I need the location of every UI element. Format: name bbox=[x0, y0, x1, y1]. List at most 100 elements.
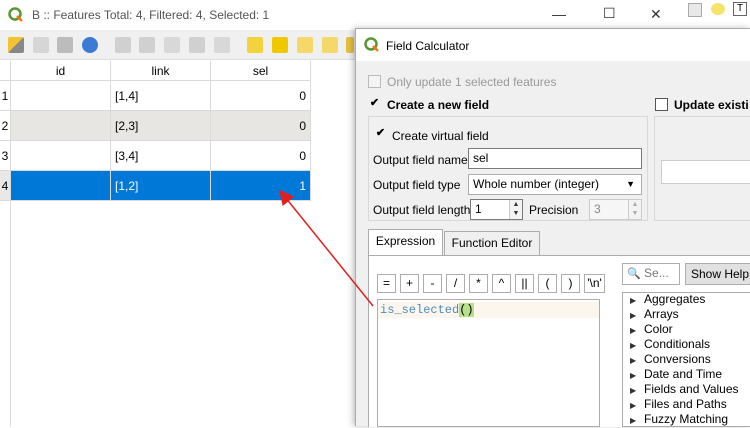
qgis-logo-icon bbox=[364, 37, 379, 52]
column-header-sel[interactable]: sel bbox=[211, 61, 311, 81]
function-group-item[interactable]: ▶ Conditionals bbox=[630, 337, 710, 352]
virtual-field-checkbox[interactable]: ✔ bbox=[374, 128, 387, 141]
row-header-strip bbox=[0, 201, 11, 426]
column-header-link[interactable]: link bbox=[111, 61, 211, 81]
copy-icon[interactable] bbox=[189, 37, 205, 53]
row-number[interactable]: 4 bbox=[0, 171, 11, 201]
table-cell-sel-selected[interactable]: 1 bbox=[211, 171, 311, 201]
only-selected-checkbox[interactable] bbox=[368, 75, 381, 88]
table-cell-link[interactable]: [1,4] bbox=[111, 81, 211, 111]
expand-triangle-icon: ▶ bbox=[630, 386, 637, 395]
select-all-icon[interactable] bbox=[272, 37, 288, 53]
only-selected-label: Only update 1 selected features bbox=[387, 75, 557, 89]
expand-triangle-icon: ▶ bbox=[630, 326, 637, 335]
deselect-all-icon[interactable] bbox=[322, 37, 338, 53]
paste-icon[interactable] bbox=[214, 37, 230, 53]
expand-triangle-icon: ▶ bbox=[630, 296, 637, 305]
add-feature-icon[interactable] bbox=[115, 37, 131, 53]
chevron-down-icon: ▼ bbox=[626, 179, 635, 189]
table-cell-id[interactable] bbox=[11, 111, 111, 141]
expand-triangle-icon: ▶ bbox=[630, 311, 637, 320]
operator-equals-button[interactable]: = bbox=[377, 274, 396, 293]
update-existing-label: Update existi bbox=[674, 98, 749, 112]
filter-icon[interactable] bbox=[346, 37, 354, 53]
virtual-field-label: Create virtual field bbox=[392, 129, 489, 143]
table-cell-id[interactable] bbox=[11, 141, 111, 171]
update-existing-checkbox[interactable] bbox=[655, 98, 668, 111]
operator-concat-button[interactable]: || bbox=[515, 274, 534, 293]
table-cell-sel[interactable]: 0 bbox=[211, 141, 311, 171]
maximize-button[interactable]: ☐ bbox=[603, 5, 616, 22]
output-name-input[interactable]: sel bbox=[468, 148, 642, 169]
table-cell-id-selected[interactable] bbox=[11, 171, 111, 201]
delete-feature-icon[interactable] bbox=[139, 37, 155, 53]
operator-divide-button[interactable]: / bbox=[446, 274, 465, 293]
column-header-id[interactable]: id bbox=[11, 61, 111, 81]
function-group-item[interactable]: ▶ Conversions bbox=[630, 352, 711, 367]
function-group-item[interactable]: ▶ Aggregates bbox=[630, 292, 705, 307]
function-group-item[interactable]: ▶ Date and Time bbox=[630, 367, 722, 382]
operator-close-paren-button[interactable]: ) bbox=[561, 274, 580, 293]
spin-arrows-icon[interactable]: ▲ ▼ bbox=[628, 200, 641, 219]
output-length-value: 1 bbox=[475, 202, 482, 216]
table-cell-id[interactable] bbox=[11, 81, 111, 111]
corner-header[interactable] bbox=[0, 61, 11, 81]
cut-icon[interactable] bbox=[164, 37, 180, 53]
expand-triangle-icon: ▶ bbox=[630, 341, 637, 350]
reload-icon[interactable] bbox=[82, 37, 98, 53]
row-number[interactable]: 1 bbox=[0, 81, 11, 111]
output-type-select[interactable]: Whole number (integer) ▼ bbox=[468, 174, 642, 195]
invert-selection-icon[interactable] bbox=[297, 37, 313, 53]
qgis-logo-icon bbox=[8, 7, 23, 22]
function-group-item[interactable]: ▶ Color bbox=[630, 322, 673, 337]
tab-function-editor[interactable]: Function Editor bbox=[444, 231, 540, 255]
expression-parens: () bbox=[459, 303, 474, 317]
function-group-item[interactable]: ▶ Fuzzy Matching bbox=[630, 412, 728, 427]
output-length-spinbox[interactable]: 1 ▲ ▼ bbox=[470, 199, 523, 220]
operator-newline-button[interactable]: '\n' bbox=[584, 274, 605, 293]
output-type-value: Whole number (integer) bbox=[473, 177, 600, 191]
operator-minus-button[interactable]: - bbox=[423, 274, 442, 293]
output-length-label: Output field length bbox=[373, 203, 471, 217]
function-search-input[interactable]: 🔍 Se... bbox=[622, 263, 680, 285]
operator-open-paren-button[interactable]: ( bbox=[538, 274, 557, 293]
select-by-expression-icon[interactable] bbox=[247, 37, 263, 53]
precision-spinbox[interactable]: 3 ▲ ▼ bbox=[589, 199, 642, 220]
expression-editor[interactable]: is_selected() bbox=[377, 299, 600, 427]
minimize-button[interactable]: — bbox=[552, 6, 566, 22]
dialog-title: Field Calculator bbox=[386, 39, 470, 53]
expand-triangle-icon: ▶ bbox=[630, 371, 637, 380]
close-button[interactable]: ✕ bbox=[650, 6, 662, 23]
show-help-button[interactable]: Show Help bbox=[685, 263, 750, 285]
row-number[interactable]: 3 bbox=[0, 141, 11, 171]
toggle-editing-icon[interactable] bbox=[8, 37, 24, 53]
spin-arrows-icon[interactable]: ▲ ▼ bbox=[509, 200, 522, 219]
function-group-item[interactable]: ▶ Fields and Values bbox=[630, 382, 739, 397]
row-number[interactable]: 2 bbox=[0, 111, 11, 141]
table-cell-link-selected[interactable]: [1,2] bbox=[111, 171, 211, 201]
table-cell-sel[interactable]: 0 bbox=[211, 81, 311, 111]
expand-triangle-icon: ▶ bbox=[630, 401, 637, 410]
expand-triangle-icon: ▶ bbox=[630, 356, 637, 365]
tab-expression[interactable]: Expression bbox=[368, 229, 443, 255]
table-cell-sel[interactable]: 0 bbox=[211, 111, 311, 141]
table-cell-link[interactable]: [3,4] bbox=[111, 141, 211, 171]
create-new-field-label: Create a new field bbox=[387, 98, 490, 112]
create-new-field-checkbox[interactable]: ✔ bbox=[368, 98, 381, 111]
operator-power-button[interactable]: ^ bbox=[492, 274, 511, 293]
operator-plus-button[interactable]: + bbox=[400, 274, 419, 293]
precision-label: Precision bbox=[529, 203, 579, 217]
search-icon: 🔍 bbox=[627, 268, 641, 280]
table-cell-link[interactable]: [2,3] bbox=[111, 111, 211, 141]
search-placeholder: Se... bbox=[644, 266, 669, 280]
text-annotation-icon: T bbox=[733, 2, 747, 16]
function-group-item[interactable]: ▶ Arrays bbox=[630, 307, 679, 322]
function-group-item[interactable]: ▶ Files and Paths bbox=[630, 397, 727, 412]
field-calculator-dialog: Field Calculator Only update 1 selected … bbox=[355, 28, 750, 427]
multi-edit-icon[interactable] bbox=[33, 37, 49, 53]
save-edits-icon[interactable] bbox=[57, 37, 73, 53]
tooltip-icon bbox=[711, 3, 725, 15]
precision-value: 3 bbox=[594, 202, 601, 216]
existing-field-select[interactable] bbox=[661, 160, 750, 184]
operator-multiply-button[interactable]: * bbox=[469, 274, 488, 293]
